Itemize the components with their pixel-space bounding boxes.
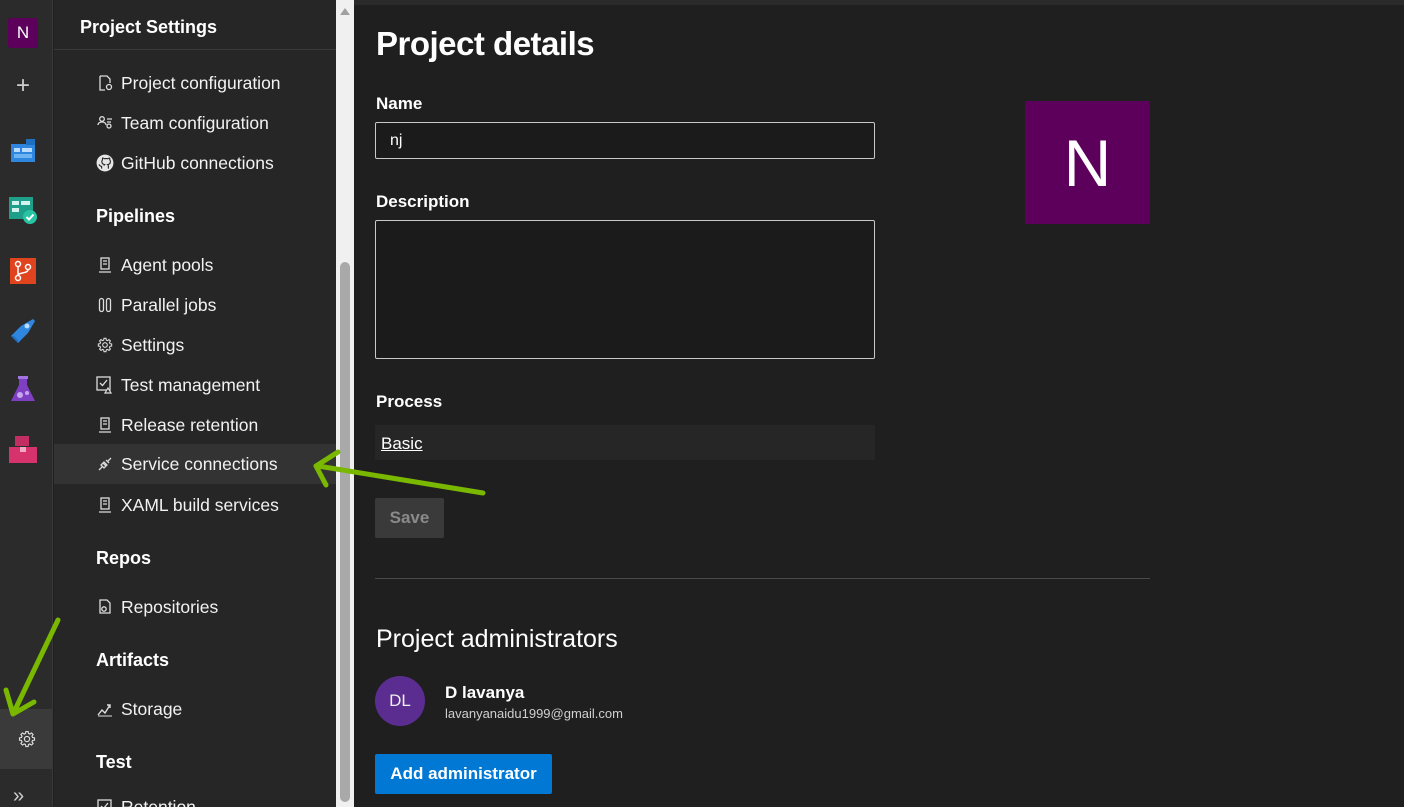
- nav-item-xaml-build-services[interactable]: XAML build services: [54, 485, 336, 525]
- repositories-icon: [96, 598, 114, 616]
- team-config-icon: [96, 114, 114, 132]
- nav-item-settings[interactable]: Settings: [54, 325, 336, 365]
- process-link[interactable]: Basic: [381, 434, 423, 454]
- nav-section-artifacts: Artifacts: [96, 650, 170, 670]
- admin-email: lavanyanaidu1999@gmail.com: [445, 706, 623, 721]
- description-label: Description: [376, 192, 470, 211]
- retention-icon: [96, 798, 114, 807]
- name-label: Name: [376, 94, 423, 113]
- github-icon: [96, 154, 114, 172]
- project-name-input[interactable]: [375, 122, 875, 159]
- gear-icon: [18, 730, 35, 748]
- page-title: Project details: [376, 25, 595, 62]
- repos-icon[interactable]: [8, 256, 38, 286]
- overview-icon[interactable]: [8, 136, 38, 166]
- xaml-build-icon: [96, 496, 114, 514]
- nav-item-parallel-jobs[interactable]: Parallel jobs: [54, 285, 336, 325]
- nav-item-release-retention[interactable]: Release retention: [54, 405, 336, 445]
- boards-icon[interactable]: [8, 196, 38, 226]
- project-description-input[interactable]: [375, 220, 875, 359]
- nav-item-team-configuration[interactable]: Team configuration: [54, 103, 336, 143]
- pipelines-icon[interactable]: [8, 316, 38, 346]
- scrollbar-thumb[interactable]: [340, 262, 350, 802]
- nav-section-test: Test: [96, 752, 132, 772]
- nav-item-github-connections[interactable]: GitHub connections: [54, 143, 336, 183]
- project-settings-nav: Project Settings Project configuration T…: [54, 0, 336, 807]
- nav-section-pipelines: Pipelines: [96, 206, 176, 226]
- nav-section-repos: Repos: [96, 548, 152, 568]
- test-management-icon: [96, 376, 114, 394]
- main-content: Project details Name Description Process…: [354, 0, 1404, 807]
- test-plans-icon[interactable]: [8, 375, 38, 405]
- nav-header: Project Settings: [54, 0, 336, 50]
- release-retention-icon: [96, 416, 114, 434]
- add-administrator-button[interactable]: Add administrator: [375, 754, 552, 794]
- project-avatar[interactable]: N: [1025, 101, 1150, 224]
- section-divider: [375, 578, 1150, 579]
- parallel-jobs-icon: [96, 296, 114, 314]
- agent-pools-icon: [96, 256, 114, 274]
- project-config-icon: [96, 74, 114, 92]
- nav-item-service-connections[interactable]: Service connections: [54, 444, 336, 484]
- new-project-plus-icon[interactable]: +: [10, 72, 36, 99]
- nav-item-retention[interactable]: Retention: [54, 787, 336, 807]
- storage-icon: [96, 700, 114, 718]
- organization-avatar[interactable]: N: [8, 18, 38, 48]
- admin-name: D lavanya: [445, 683, 525, 702]
- nav-scrollbar[interactable]: [336, 0, 354, 807]
- avatar: DL: [375, 676, 425, 726]
- nav-item-project-configuration[interactable]: Project configuration: [54, 63, 336, 103]
- project-administrators-heading: Project administrators: [376, 625, 618, 653]
- gear-icon: [96, 336, 114, 354]
- expand-rail-icon[interactable]: »: [13, 785, 24, 807]
- process-field: Basic: [375, 425, 875, 460]
- process-label: Process: [376, 392, 443, 411]
- artifacts-icon[interactable]: [8, 435, 38, 465]
- nav-item-repositories[interactable]: Repositories: [54, 587, 336, 627]
- nav-item-test-management[interactable]: Test management: [54, 365, 336, 405]
- project-settings-button[interactable]: [0, 709, 53, 769]
- service-connections-icon: [96, 455, 114, 473]
- save-button[interactable]: Save: [375, 498, 444, 538]
- nav-item-storage[interactable]: Storage: [54, 689, 336, 729]
- scroll-up-icon[interactable]: [340, 8, 350, 15]
- nav-item-agent-pools[interactable]: Agent pools: [54, 245, 336, 285]
- left-rail: N + »: [0, 0, 53, 807]
